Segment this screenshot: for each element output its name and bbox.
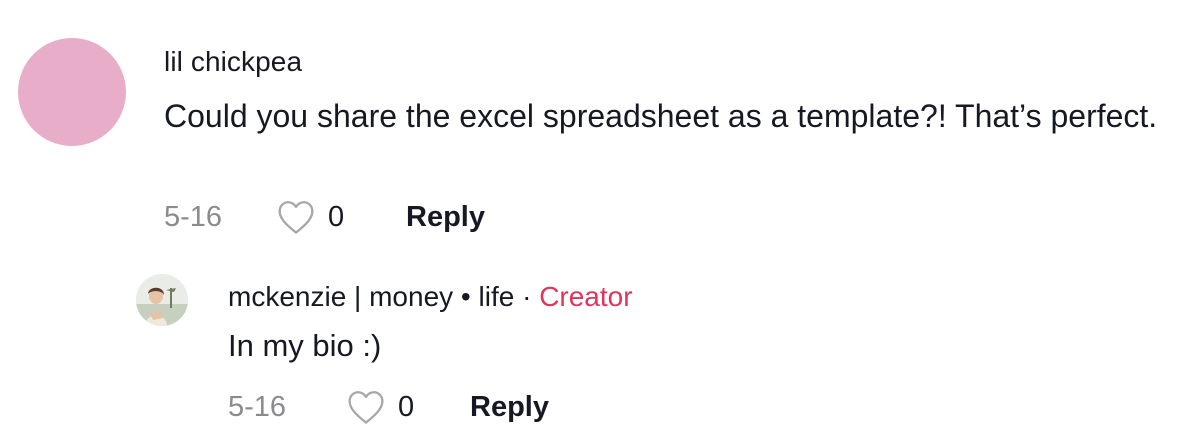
reply-date: 5-16 — [228, 390, 287, 423]
like-button[interactable]: 0 — [276, 199, 406, 235]
like-count: 0 — [398, 390, 415, 423]
comment-thread: lil chickpea Could you share the excel s… — [0, 0, 1200, 440]
comment-meta: 5-16 0 Reply — [164, 199, 485, 235]
heart-outline-icon[interactable] — [346, 389, 386, 425]
comment-text: Could you share the excel spreadsheet as… — [164, 98, 1158, 134]
reply-button[interactable]: Reply — [406, 201, 485, 234]
like-button[interactable]: 0 — [346, 389, 470, 425]
heart-outline-icon[interactable] — [276, 199, 316, 235]
reply-header: mckenzie | money • life · Creator — [228, 281, 633, 313]
reply-username[interactable]: mckenzie | money • life — [228, 281, 514, 312]
creator-avatar[interactable] — [136, 274, 188, 326]
comment-date: 5-16 — [164, 200, 223, 233]
reply-text: In my bio :) — [228, 328, 382, 363]
creator-avatar-photo — [136, 274, 188, 326]
separator-dot: · — [514, 281, 540, 312]
reply-meta: 5-16 0 Reply — [228, 389, 549, 425]
like-count: 0 — [328, 200, 345, 233]
reply-button[interactable]: Reply — [470, 391, 549, 424]
avatar[interactable] — [18, 38, 126, 146]
creator-badge: Creator — [539, 281, 633, 312]
comment-username[interactable]: lil chickpea — [164, 46, 302, 78]
